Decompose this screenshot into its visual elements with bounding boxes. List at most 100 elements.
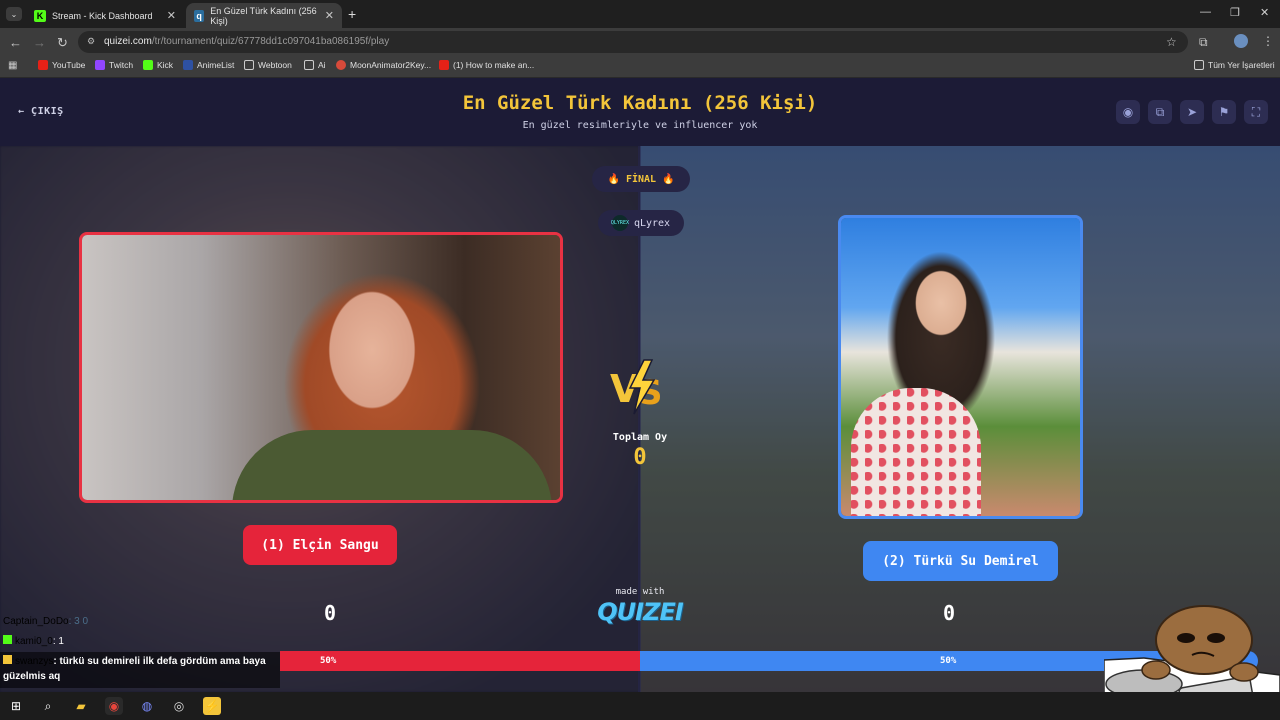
app-icon[interactable]: ⚡: [203, 697, 221, 715]
total-votes-label: Toplam Oy: [612, 432, 668, 443]
twitch-icon: [95, 60, 105, 70]
bookmark-webtoon[interactable]: Webtoon: [244, 60, 292, 70]
tab-title: En Güzel Türk Kadını (256 Kişi): [210, 5, 317, 26]
total-votes-value: 0: [633, 445, 647, 470]
left-vote-bar: 50%: [280, 651, 640, 671]
tab-quizei[interactable]: q En Güzel Türk Kadını (256 Kişi) ✕: [186, 3, 342, 28]
new-tab-icon[interactable]: +: [348, 6, 356, 22]
player-name: qLyrex: [633, 217, 671, 229]
chat-text: : 3 0: [68, 616, 89, 627]
right-score: 0: [942, 601, 956, 625]
chat-text: : 1: [52, 636, 64, 647]
back-icon[interactable]: ←: [9, 35, 22, 51]
obs-icon[interactable]: ◎: [170, 697, 188, 715]
bookmark-label: Twitch: [109, 60, 134, 70]
moonanimator-icon: [336, 60, 346, 70]
kick-icon: [143, 60, 153, 70]
left-score: 0: [323, 601, 337, 625]
apps-grid-icon[interactable]: ▦: [8, 60, 17, 71]
chat-message-continued: güzelmis aq: [3, 671, 61, 682]
close-icon[interactable]: ✕: [167, 9, 176, 22]
avatar: QLYREX: [611, 215, 629, 231]
quizei-logo[interactable]: QUIZEI: [590, 598, 690, 626]
versus-icon: V S: [610, 359, 663, 415]
player-badge: QLYREX qLyrex: [598, 210, 684, 236]
left-contestant-card[interactable]: [79, 232, 563, 503]
url-domain: quizei.com: [104, 36, 152, 47]
forward-icon[interactable]: →: [33, 35, 46, 51]
quizei-icon: q: [194, 9, 205, 22]
folder-icon: [244, 60, 254, 70]
search-icon[interactable]: ⌕: [39, 697, 57, 715]
window-close-icon[interactable]: ✕: [1260, 6, 1269, 19]
file-explorer-icon[interactable]: ▰: [72, 697, 90, 715]
bookmark-label: Webtoon: [258, 60, 292, 70]
extensions-icon[interactable]: ⧉: [1199, 35, 1208, 50]
bookmark-label: Ai: [318, 60, 326, 70]
match-arena: 🔥 FİNAL 🔥 QLYREX qLyrex (1) Elçin Sangu …: [0, 146, 1280, 692]
bookmark-label: AnimeList: [197, 60, 235, 70]
discord-icon[interactable]: ◍: [138, 697, 156, 715]
bookmark-star-icon[interactable]: ☆: [1166, 35, 1177, 49]
url-path: /tr/tournament/quiz/67778dd1c097041ba086…: [151, 36, 390, 47]
chrome-icon[interactable]: ◉: [105, 697, 123, 715]
share-icon[interactable]: ⧉: [1148, 100, 1172, 124]
bookmark-animelist[interactable]: AnimeList: [183, 60, 234, 70]
page-subtitle: En güzel resimleriyle ve influencer yok: [522, 120, 758, 131]
bookmark-twitch[interactable]: Twitch: [95, 60, 133, 70]
stage-badge: 🔥 FİNAL 🔥: [592, 166, 690, 192]
left-contestant-photo: [82, 235, 560, 500]
page-title: En Güzel Türk Kadını (256 Kişi): [462, 92, 818, 114]
bookmark-kick[interactable]: Kick: [143, 60, 173, 70]
fullscreen-icon[interactable]: ⛶: [1244, 100, 1268, 124]
kick-icon: [3, 635, 12, 644]
menu-icon[interactable]: ⋮: [1262, 34, 1274, 48]
animelist-icon: [183, 60, 193, 70]
bookmark-ai[interactable]: Ai: [304, 60, 326, 70]
bookmark-moonanimator[interactable]: MoonAnimator2Key...: [336, 60, 431, 70]
youtube-icon: [439, 60, 449, 70]
profile-avatar[interactable]: [1234, 34, 1248, 48]
chat-message: swanzys: türkü su demireli ilk defa görd…: [3, 655, 266, 667]
windows-taskbar: [0, 692, 1280, 720]
chat-username: Captain_DoDo: [3, 616, 69, 627]
left-percent: 50%: [320, 656, 337, 666]
chat-message: Captain_DoDo: 3 0: [3, 616, 88, 627]
tab-kick-dashboard[interactable]: K Stream - Kick Dashboard ✕: [26, 3, 184, 28]
bookmark-label: Kick: [157, 60, 174, 70]
bookmark-howto[interactable]: (1) How to make an...: [439, 60, 534, 70]
chat-message: kami0_0: 1: [3, 635, 64, 647]
reload-icon[interactable]: ↻: [57, 35, 68, 51]
vote-left-button[interactable]: (1) Elçin Sangu: [243, 525, 397, 565]
site-info-icon[interactable]: ⚙: [87, 36, 95, 47]
right-contestant-card[interactable]: [838, 215, 1083, 519]
chat-username: swanzys: [15, 656, 54, 667]
tab-search-icon[interactable]: ⌄: [6, 7, 22, 21]
eye-icon[interactable]: ◉: [1116, 100, 1140, 124]
chat-username: kami0_0: [15, 636, 53, 647]
bookmark-label: (1) How to make an...: [453, 60, 535, 70]
browser-tab-bar: ⌄ K Stream - Kick Dashboard ✕ q En Güzel…: [0, 0, 1280, 28]
close-icon[interactable]: ✕: [325, 9, 334, 22]
tab-title: Stream - Kick Dashboard: [52, 10, 153, 21]
folder-icon: [304, 60, 314, 70]
restore-icon[interactable]: ❐: [1230, 6, 1240, 19]
badge-icon: [3, 655, 12, 664]
bookmark-label: Tüm Yer İşaretleri: [1208, 60, 1275, 70]
page-header: ← ÇIKIŞ En Güzel Türk Kadını (256 Kişi) …: [0, 78, 1280, 146]
folder-icon: [1194, 60, 1204, 70]
flag-icon[interactable]: ⚑: [1212, 100, 1236, 124]
youtube-icon: [38, 60, 48, 70]
bookmark-label: YouTube: [52, 60, 86, 70]
chat-text: : türkü su demireli ilk defa gördüm ama …: [53, 656, 266, 667]
quiz-page: ← ÇIKIŞ En Güzel Türk Kadını (256 Kişi) …: [0, 78, 1280, 692]
url-text: quizei.com/tr/tournament/quiz/67778dd1c0…: [104, 36, 389, 47]
bookmark-youtube[interactable]: YouTube: [38, 60, 85, 70]
bookmark-label: MoonAnimator2Key...: [350, 60, 432, 70]
bookmark-all[interactable]: Tüm Yer İşaretleri: [1194, 60, 1275, 70]
right-percent: 50%: [940, 656, 957, 666]
vote-right-button[interactable]: (2) Türkü Su Demirel: [863, 541, 1058, 581]
windows-start-icon[interactable]: ⊞: [7, 697, 25, 715]
send-icon[interactable]: ➤: [1180, 100, 1204, 124]
minimize-icon[interactable]: —: [1200, 6, 1211, 18]
